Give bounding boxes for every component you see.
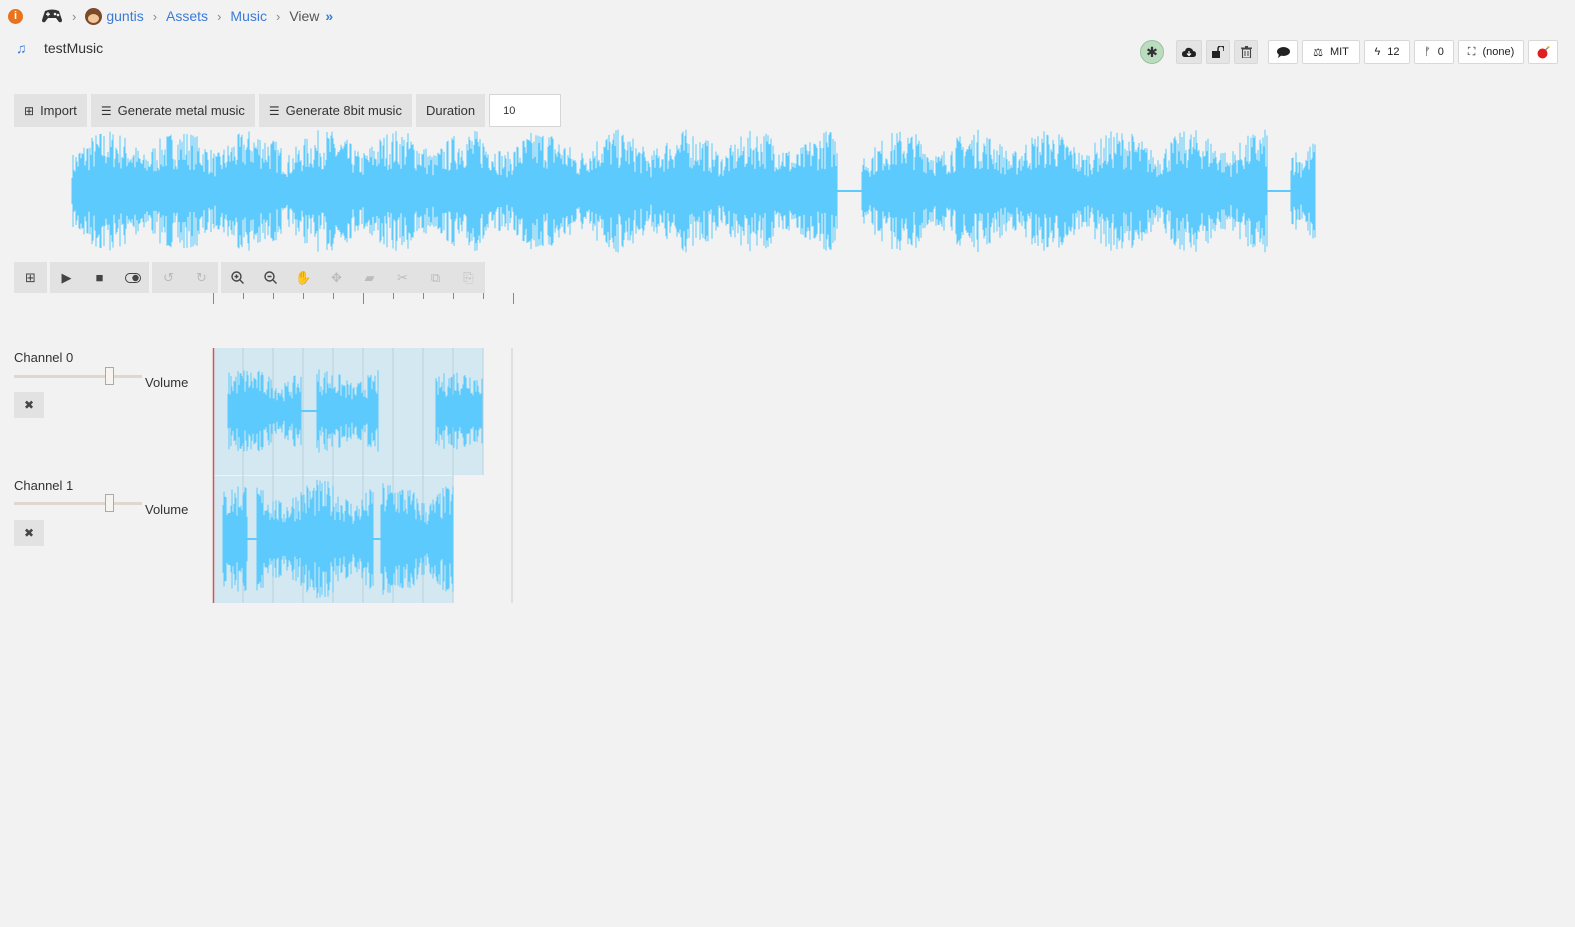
stop-icon[interactable]: ■ (83, 262, 116, 293)
forks-button[interactable]: ᚠ 0 (1414, 40, 1454, 64)
move-icon[interactable]: ✥ (320, 262, 353, 293)
bomb-icon (1537, 45, 1550, 58)
generate-metal-label: Generate metal music (117, 103, 245, 118)
hand-icon[interactable]: ✋ (287, 262, 320, 293)
redo-icon[interactable]: ↻ (185, 262, 218, 293)
plus-square-icon: ⊞ (24, 103, 35, 118)
breadcrumb-separator: › (152, 8, 158, 24)
info-icon[interactable]: i (8, 8, 23, 24)
balance-scale-icon: ⚖ (1313, 46, 1323, 59)
breadcrumb-assets[interactable]: Assets (166, 8, 208, 24)
breadcrumb: i › guntis › Assets › Music › View » (8, 6, 333, 26)
project-label: (none) (1482, 46, 1515, 58)
breadcrumb-more-icon[interactable]: » (325, 8, 333, 24)
generate-metal-button[interactable]: ☰ Generate metal music (90, 94, 255, 127)
play-icon[interactable]: ▶ (50, 262, 83, 293)
zoom-out-icon[interactable] (254, 262, 287, 293)
close-icon: ✖ (23, 398, 35, 412)
forks-count: 0 (1437, 46, 1444, 58)
breadcrumb-view: View (289, 8, 320, 24)
bolt-icon: ϟ (1374, 46, 1381, 58)
avatar[interactable] (85, 7, 103, 25)
overview-waveform[interactable] (0, 127, 1340, 255)
project-button[interactable]: ⛶ (none) (1458, 40, 1524, 64)
lock-button[interactable] (1206, 40, 1230, 64)
track-timeline[interactable] (210, 347, 520, 604)
duration-input[interactable] (489, 94, 562, 127)
breadcrumb-separator: › (217, 8, 222, 24)
breadcrumb-user[interactable]: guntis (106, 8, 143, 24)
channel-0-name: Channel 0 (14, 350, 74, 365)
comment-icon (1276, 46, 1290, 58)
volume-slider-handle[interactable] (105, 494, 114, 512)
import-label: Import (40, 103, 77, 118)
unlock-icon (1212, 46, 1224, 58)
comments-button[interactable] (1268, 40, 1298, 64)
breadcrumb-separator: › (72, 8, 77, 24)
loop-toggle-icon[interactable] (116, 262, 149, 293)
eraser-icon[interactable]: ▰ (353, 262, 386, 293)
music-note-icon: ♫ (16, 40, 27, 56)
undo-icon[interactable]: ↺ (152, 262, 185, 293)
sitemap-icon: ⛶ (1467, 45, 1476, 58)
player-toolbar: ⊞ ▶ ■ ↺ ↻ ✋ ✥ ▰ ✂ ⧉ ⎘ (14, 262, 485, 293)
fork-icon: ᚠ (1424, 46, 1431, 58)
add-group: ⊞ (14, 262, 47, 293)
generate-8bit-label: Generate 8bit music (285, 103, 402, 118)
stars-count: 12 (1387, 46, 1400, 58)
cloud-download-icon (1182, 47, 1196, 57)
paste-icon[interactable]: ⎘ (452, 262, 485, 293)
import-button[interactable]: ⊞ Import (14, 94, 87, 127)
asset-toolbar: ✱ ⚖ MIT ϟ 12 ᚠ 0 ⛶ (none) (1140, 40, 1558, 64)
sliders-icon: ☰ (100, 103, 112, 118)
volume-slider-track[interactable] (14, 502, 142, 505)
volume-label: Volume (145, 502, 189, 517)
asterisk-icon[interactable]: ✱ (1140, 40, 1164, 64)
delete-button[interactable] (1234, 40, 1258, 64)
add-channel-icon[interactable]: ⊞ (14, 262, 47, 293)
playback-group: ▶ ■ (50, 262, 149, 293)
volume-label: Volume (145, 375, 189, 390)
music-controls: ⊞ Import ☰ Generate metal music ☰ Genera… (14, 94, 562, 127)
license-button[interactable]: ⚖ MIT (1302, 40, 1360, 64)
duration-label: Duration (415, 94, 486, 127)
report-button[interactable] (1528, 40, 1558, 64)
download-button[interactable] (1176, 40, 1202, 64)
timeline-ruler[interactable] (210, 291, 520, 305)
breadcrumb-separator: › (275, 8, 281, 24)
edit-group: ✋ ✥ ▰ ✂ ⧉ ⎘ (221, 262, 485, 293)
volume-slider-track[interactable] (14, 375, 142, 378)
remove-channel-1-button[interactable]: ✖ (14, 520, 44, 546)
license-label: MIT (1329, 46, 1349, 58)
remove-channel-0-button[interactable]: ✖ (14, 392, 44, 418)
gamepad-icon[interactable] (41, 8, 63, 24)
channel-1-name: Channel 1 (14, 478, 74, 493)
asset-title: testMusic (44, 40, 104, 56)
channel-1-volume: Volume (14, 494, 194, 518)
scissors-icon[interactable]: ✂ (386, 262, 419, 293)
volume-slider-handle[interactable] (105, 367, 114, 385)
copy-icon[interactable]: ⧉ (419, 262, 452, 293)
waveform-path (71, 129, 1316, 253)
channel-0-volume: Volume (14, 367, 194, 391)
stars-button[interactable]: ϟ 12 (1364, 40, 1410, 64)
generate-8bit-button[interactable]: ☰ Generate 8bit music (258, 94, 412, 127)
zoom-in-icon[interactable] (221, 262, 254, 293)
history-group: ↺ ↻ (152, 262, 218, 293)
trash-icon (1240, 46, 1252, 58)
sliders-icon: ☰ (268, 103, 280, 118)
close-icon: ✖ (23, 526, 35, 540)
breadcrumb-music[interactable]: Music (230, 8, 267, 24)
asset-title-row: ♫ testMusic (16, 40, 103, 56)
